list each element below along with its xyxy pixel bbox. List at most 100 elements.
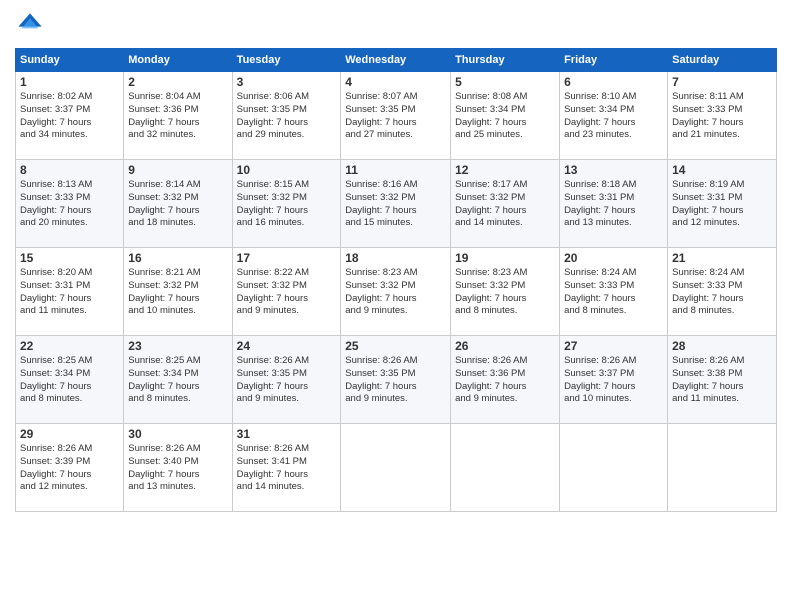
calendar-day-15: 15 Sunrise: 8:20 AMSunset: 3:31 PMDaylig… [16,248,124,336]
day-info: Sunrise: 8:07 AMSunset: 3:35 PMDaylight:… [345,91,446,142]
calendar-day-20: 20 Sunrise: 8:24 AMSunset: 3:33 PMDaylig… [560,248,668,336]
day-info: Sunrise: 8:16 AMSunset: 3:32 PMDaylight:… [345,179,446,230]
col-sunday: Sunday [16,49,124,72]
col-monday: Monday [124,49,232,72]
day-number: 31 [237,427,337,441]
day-number: 5 [455,75,555,89]
day-number: 11 [345,163,446,177]
day-number: 19 [455,251,555,265]
page: Sunday Monday Tuesday Wednesday Thursday… [0,0,792,612]
day-number: 15 [20,251,119,265]
calendar-day-28: 28 Sunrise: 8:26 AMSunset: 3:38 PMDaylig… [668,336,777,424]
day-number: 1 [20,75,119,89]
calendar-day-13: 13 Sunrise: 8:18 AMSunset: 3:31 PMDaylig… [560,160,668,248]
calendar-day-4: 4 Sunrise: 8:07 AMSunset: 3:35 PMDayligh… [341,72,451,160]
col-thursday: Thursday [451,49,560,72]
day-number: 28 [672,339,772,353]
day-info: Sunrise: 8:26 AMSunset: 3:36 PMDaylight:… [455,355,555,406]
empty-cell [341,424,451,512]
calendar-day-14: 14 Sunrise: 8:19 AMSunset: 3:31 PMDaylig… [668,160,777,248]
calendar-day-31: 31 Sunrise: 8:26 AMSunset: 3:41 PMDaylig… [232,424,341,512]
calendar-day-21: 21 Sunrise: 8:24 AMSunset: 3:33 PMDaylig… [668,248,777,336]
calendar-day-2: 2 Sunrise: 8:04 AMSunset: 3:36 PMDayligh… [124,72,232,160]
day-info: Sunrise: 8:11 AMSunset: 3:33 PMDaylight:… [672,91,772,142]
header [15,10,777,40]
day-number: 23 [128,339,227,353]
calendar-day-12: 12 Sunrise: 8:17 AMSunset: 3:32 PMDaylig… [451,160,560,248]
calendar-week-3: 15 Sunrise: 8:20 AMSunset: 3:31 PMDaylig… [16,248,777,336]
day-info: Sunrise: 8:22 AMSunset: 3:32 PMDaylight:… [237,267,337,318]
calendar-day-9: 9 Sunrise: 8:14 AMSunset: 3:32 PMDayligh… [124,160,232,248]
day-info: Sunrise: 8:21 AMSunset: 3:32 PMDaylight:… [128,267,227,318]
day-number: 10 [237,163,337,177]
calendar-day-8: 8 Sunrise: 8:13 AMSunset: 3:33 PMDayligh… [16,160,124,248]
day-info: Sunrise: 8:13 AMSunset: 3:33 PMDaylight:… [20,179,119,230]
day-number: 4 [345,75,446,89]
empty-cell [668,424,777,512]
calendar-week-1: 1 Sunrise: 8:02 AMSunset: 3:37 PMDayligh… [16,72,777,160]
day-info: Sunrise: 8:25 AMSunset: 3:34 PMDaylight:… [20,355,119,406]
calendar-day-16: 16 Sunrise: 8:21 AMSunset: 3:32 PMDaylig… [124,248,232,336]
day-info: Sunrise: 8:23 AMSunset: 3:32 PMDaylight:… [455,267,555,318]
calendar-day-24: 24 Sunrise: 8:26 AMSunset: 3:35 PMDaylig… [232,336,341,424]
day-info: Sunrise: 8:25 AMSunset: 3:34 PMDaylight:… [128,355,227,406]
day-info: Sunrise: 8:15 AMSunset: 3:32 PMDaylight:… [237,179,337,230]
day-number: 16 [128,251,227,265]
day-info: Sunrise: 8:19 AMSunset: 3:31 PMDaylight:… [672,179,772,230]
calendar-day-30: 30 Sunrise: 8:26 AMSunset: 3:40 PMDaylig… [124,424,232,512]
day-info: Sunrise: 8:26 AMSunset: 3:35 PMDaylight:… [237,355,337,406]
calendar-week-2: 8 Sunrise: 8:13 AMSunset: 3:33 PMDayligh… [16,160,777,248]
day-info: Sunrise: 8:23 AMSunset: 3:32 PMDaylight:… [345,267,446,318]
empty-cell [451,424,560,512]
day-number: 20 [564,251,663,265]
day-info: Sunrise: 8:10 AMSunset: 3:34 PMDaylight:… [564,91,663,142]
day-number: 22 [20,339,119,353]
calendar-day-6: 6 Sunrise: 8:10 AMSunset: 3:34 PMDayligh… [560,72,668,160]
day-info: Sunrise: 8:02 AMSunset: 3:37 PMDaylight:… [20,91,119,142]
day-number: 30 [128,427,227,441]
day-number: 27 [564,339,663,353]
calendar-week-4: 22 Sunrise: 8:25 AMSunset: 3:34 PMDaylig… [16,336,777,424]
col-tuesday: Tuesday [232,49,341,72]
day-info: Sunrise: 8:20 AMSunset: 3:31 PMDaylight:… [20,267,119,318]
day-number: 7 [672,75,772,89]
calendar: Sunday Monday Tuesday Wednesday Thursday… [15,48,777,512]
calendar-day-29: 29 Sunrise: 8:26 AMSunset: 3:39 PMDaylig… [16,424,124,512]
day-number: 6 [564,75,663,89]
day-number: 29 [20,427,119,441]
col-saturday: Saturday [668,49,777,72]
calendar-day-22: 22 Sunrise: 8:25 AMSunset: 3:34 PMDaylig… [16,336,124,424]
day-info: Sunrise: 8:08 AMSunset: 3:34 PMDaylight:… [455,91,555,142]
calendar-day-27: 27 Sunrise: 8:26 AMSunset: 3:37 PMDaylig… [560,336,668,424]
day-info: Sunrise: 8:17 AMSunset: 3:32 PMDaylight:… [455,179,555,230]
calendar-day-18: 18 Sunrise: 8:23 AMSunset: 3:32 PMDaylig… [341,248,451,336]
day-number: 9 [128,163,227,177]
day-info: Sunrise: 8:18 AMSunset: 3:31 PMDaylight:… [564,179,663,230]
day-number: 3 [237,75,337,89]
calendar-day-3: 3 Sunrise: 8:06 AMSunset: 3:35 PMDayligh… [232,72,341,160]
day-info: Sunrise: 8:24 AMSunset: 3:33 PMDaylight:… [564,267,663,318]
calendar-week-5: 29 Sunrise: 8:26 AMSunset: 3:39 PMDaylig… [16,424,777,512]
logo [15,10,49,40]
day-info: Sunrise: 8:06 AMSunset: 3:35 PMDaylight:… [237,91,337,142]
day-info: Sunrise: 8:26 AMSunset: 3:38 PMDaylight:… [672,355,772,406]
calendar-day-1: 1 Sunrise: 8:02 AMSunset: 3:37 PMDayligh… [16,72,124,160]
calendar-day-23: 23 Sunrise: 8:25 AMSunset: 3:34 PMDaylig… [124,336,232,424]
day-info: Sunrise: 8:24 AMSunset: 3:33 PMDaylight:… [672,267,772,318]
day-number: 13 [564,163,663,177]
day-info: Sunrise: 8:14 AMSunset: 3:32 PMDaylight:… [128,179,227,230]
calendar-day-25: 25 Sunrise: 8:26 AMSunset: 3:35 PMDaylig… [341,336,451,424]
day-info: Sunrise: 8:26 AMSunset: 3:41 PMDaylight:… [237,443,337,494]
day-number: 12 [455,163,555,177]
calendar-day-17: 17 Sunrise: 8:22 AMSunset: 3:32 PMDaylig… [232,248,341,336]
day-number: 26 [455,339,555,353]
day-number: 21 [672,251,772,265]
empty-cell [560,424,668,512]
day-number: 25 [345,339,446,353]
day-info: Sunrise: 8:26 AMSunset: 3:39 PMDaylight:… [20,443,119,494]
day-info: Sunrise: 8:26 AMSunset: 3:37 PMDaylight:… [564,355,663,406]
calendar-day-11: 11 Sunrise: 8:16 AMSunset: 3:32 PMDaylig… [341,160,451,248]
day-number: 8 [20,163,119,177]
day-number: 17 [237,251,337,265]
day-info: Sunrise: 8:26 AMSunset: 3:40 PMDaylight:… [128,443,227,494]
